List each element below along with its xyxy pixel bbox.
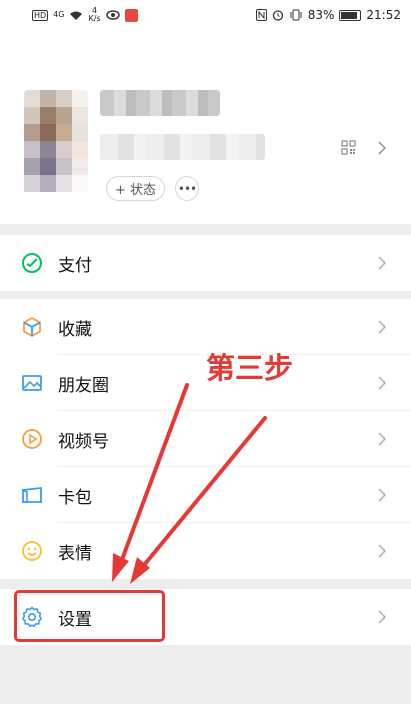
menu-label-channels: 视频号 — [58, 431, 109, 452]
battery-icon — [339, 9, 362, 21]
menu-item-channels[interactable]: 视频号 — [0, 411, 411, 467]
channels-play-icon — [22, 429, 42, 449]
status-bar: HD 4G 4 K/s 83% 21:52 — [0, 0, 411, 30]
hd-badge: HD — [32, 9, 49, 21]
wechat-id-blurred — [100, 134, 265, 160]
more-label: ••• — [177, 181, 197, 196]
more-button[interactable]: ••• — [175, 176, 199, 201]
nfc-icon — [255, 9, 267, 21]
chevron-right-icon — [378, 488, 387, 502]
menu-label-favorites: 收藏 — [58, 319, 92, 340]
settings-highlight-box — [14, 590, 165, 642]
smiley-icon — [22, 541, 42, 561]
card-wallet-icon — [22, 486, 42, 503]
speed-unit: K/s — [88, 14, 101, 23]
menu-label-pay: 支付 — [58, 255, 92, 276]
pay-icon — [22, 253, 42, 273]
signal-4g: 4G — [53, 10, 65, 19]
chevron-right-icon[interactable] — [377, 140, 387, 156]
chevron-right-icon — [378, 610, 387, 624]
menu-group-main: 收藏 朋友圈 视频号 卡包 表情 — [0, 299, 411, 579]
network-speed: 4 K/s — [88, 7, 100, 23]
menu-item-cards[interactable]: 卡包 — [0, 467, 411, 523]
menu-label-stickers: 表情 — [58, 543, 92, 564]
menu-label-moments: 朋友圈 — [58, 375, 109, 396]
chevron-right-icon — [378, 320, 387, 334]
menu-group-pay: 支付 — [0, 235, 411, 291]
vibrate-icon — [290, 9, 302, 21]
clock-time: 21:52 — [366, 8, 401, 22]
status-label: + 状态 — [115, 183, 157, 198]
add-status-button[interactable]: + 状态 — [106, 176, 166, 201]
app-notification-icon — [124, 8, 138, 22]
menu-item-stickers[interactable]: 表情 — [0, 523, 411, 579]
chevron-right-icon — [378, 432, 387, 446]
avatar[interactable] — [24, 90, 88, 194]
wifi-icon — [70, 11, 83, 20]
eye-icon — [105, 10, 120, 20]
nickname-blurred — [100, 90, 220, 116]
favorites-cube-icon — [23, 316, 41, 338]
profile-header[interactable]: + 状态 ••• — [0, 30, 411, 224]
menu-item-pay[interactable]: 支付 — [0, 235, 411, 291]
alarm-icon — [272, 10, 283, 21]
qr-code-icon[interactable] — [341, 140, 356, 155]
chevron-right-icon — [378, 376, 387, 390]
battery-percent: 83% — [307, 8, 335, 22]
moments-picture-icon — [22, 375, 42, 391]
step-three-label: 第三步 — [206, 351, 294, 385]
menu-label-cards: 卡包 — [58, 487, 92, 508]
chevron-right-icon — [378, 256, 387, 270]
chevron-right-icon — [378, 544, 387, 558]
